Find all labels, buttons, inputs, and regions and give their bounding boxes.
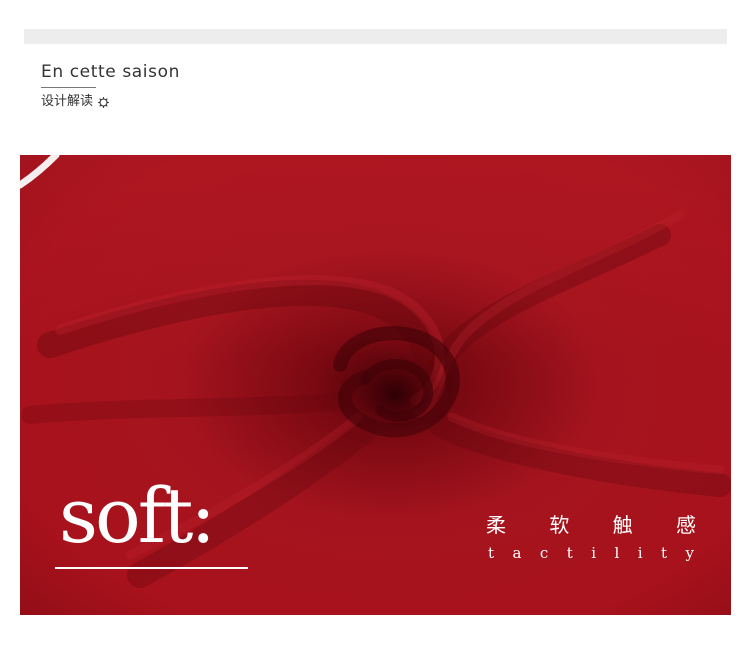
- section-subtitle: 设计解读: [41, 94, 94, 109]
- feature-english-letter: a: [512, 544, 522, 562]
- feature-chinese-char: 感: [675, 513, 696, 537]
- feature-chinese-caption: 柔 软 触 感: [486, 513, 696, 537]
- title-underline: [41, 87, 96, 88]
- feature-chinese-char: 柔: [486, 513, 506, 537]
- feature-english-letter: i: [637, 544, 643, 562]
- feature-english-letter: c: [539, 544, 549, 562]
- feature-english-letter: t: [488, 544, 495, 562]
- top-divider-bar: [24, 29, 727, 44]
- section-header: En cette saison 设计解读: [41, 60, 180, 111]
- fabric-closeup-image: soft: 柔 软 触 感 t a c t i l i t y: [20, 155, 731, 615]
- feature-english-letter: t: [661, 544, 668, 562]
- feature-english-letter: i: [591, 544, 597, 562]
- feature-english-letter: t: [566, 544, 573, 562]
- feature-english-letter: l: [614, 544, 620, 562]
- section-title: En cette saison: [41, 62, 180, 82]
- subtitle-row: 设计解读: [41, 93, 180, 111]
- feature-chinese-char: 触: [612, 513, 633, 537]
- feature-english-letter: y: [685, 544, 694, 562]
- feature-chinese-char: 软: [549, 513, 570, 537]
- feature-main-word: soft:: [59, 471, 216, 560]
- feature-underline: [55, 567, 248, 569]
- feature-english-caption: t a c t i l i t y: [488, 543, 694, 563]
- gear-icon: [98, 96, 109, 108]
